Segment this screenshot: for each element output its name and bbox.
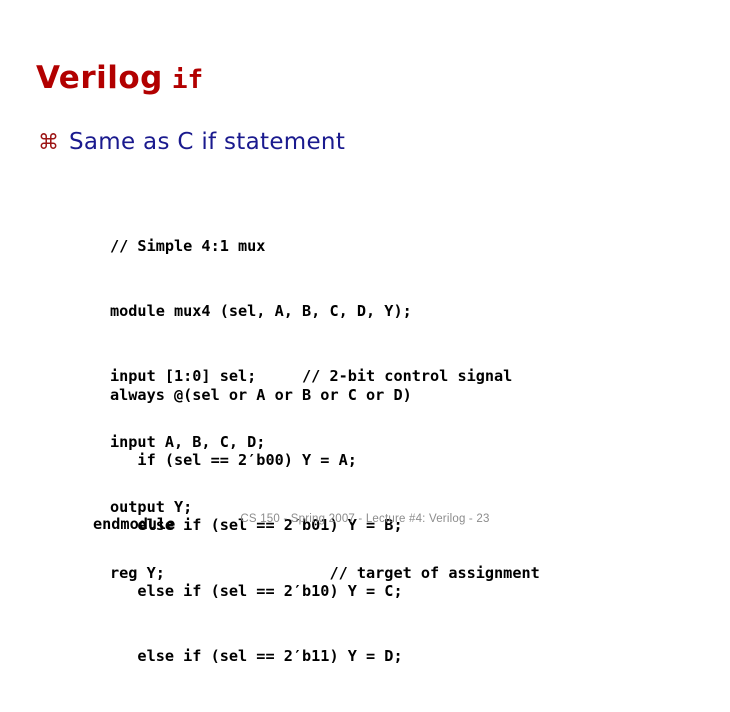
page-title: Verilog if <box>36 63 203 94</box>
code-line: always @(sel or A or B or C or D) <box>110 385 412 404</box>
code-line: module mux4 (sel, A, B, C, D, Y); <box>110 301 412 320</box>
page-title-keyword: if <box>171 65 204 95</box>
place-of-interest-bullet-icon: ⌘ <box>38 130 59 154</box>
page-title-main: Verilog <box>36 60 163 96</box>
slide-canvas: Verilog if ⌘ Same as C if statement // Sim… <box>0 0 730 665</box>
bullet-item: ⌘ Same as C if statement <box>38 131 345 154</box>
code-line: else if (sel == 2′b11) Y = D; <box>110 647 403 666</box>
slide-footer: CS 150 - Spring 2007 - Lecture #4: Veril… <box>240 513 490 525</box>
code-line: else if (sel == 2′b10) Y = C; <box>110 581 403 600</box>
code-line: // Simple 4:1 mux <box>110 236 266 255</box>
code-line: if (sel == 2′b00) Y = A; <box>110 450 357 469</box>
bullet-item-label: Same as C if statement <box>69 129 346 155</box>
